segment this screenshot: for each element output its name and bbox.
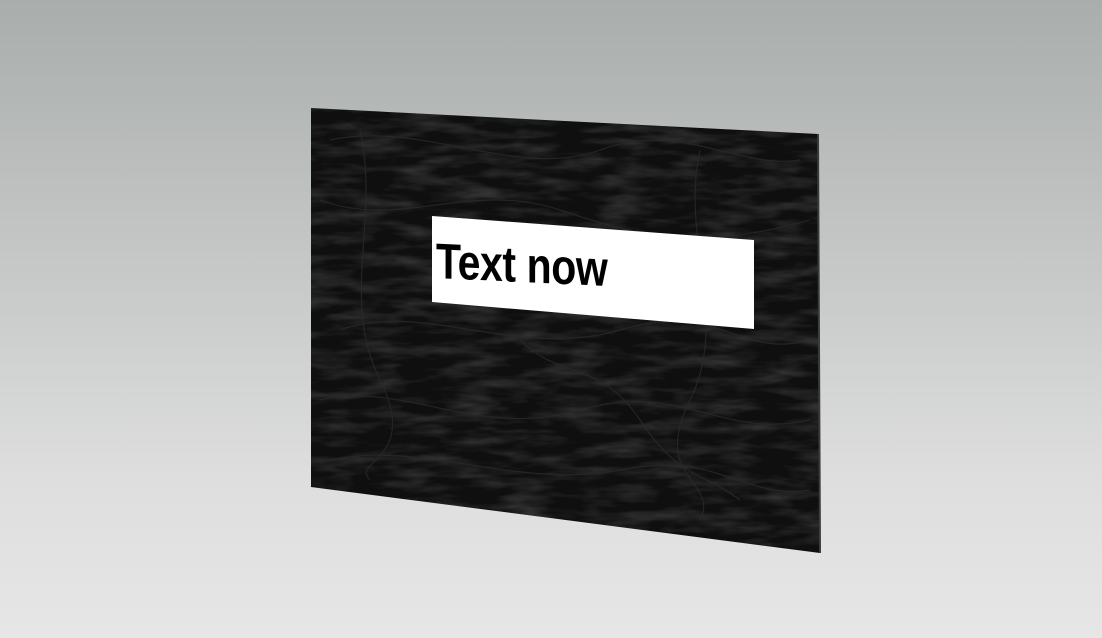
scene: Text now — [0, 0, 1102, 638]
sign-board — [311, 108, 821, 554]
sign-text: Text now — [436, 233, 608, 298]
board-texture — [311, 108, 820, 553]
